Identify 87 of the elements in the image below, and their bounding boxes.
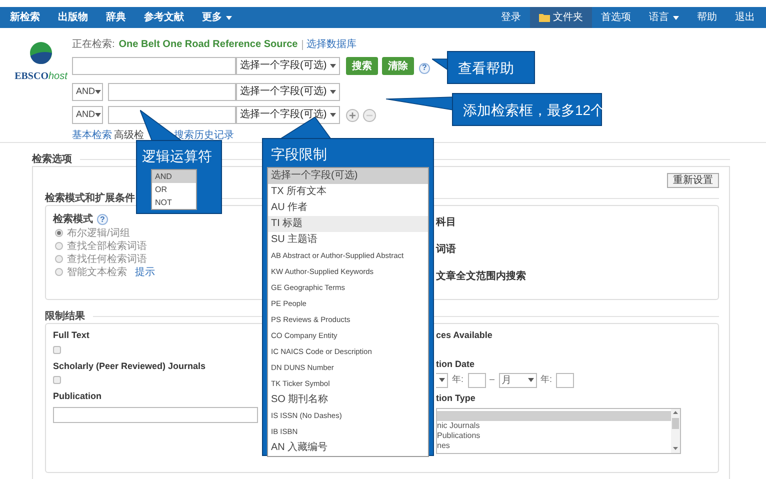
list-option[interactable]: Publications <box>437 430 671 440</box>
month-select[interactable] <box>436 372 448 388</box>
callout-title: 查看帮助 <box>458 58 515 78</box>
field-option[interactable]: 选择一个字段(可选) <box>268 168 428 184</box>
checkbox[interactable] <box>53 376 61 384</box>
month-select[interactable]: 月 <box>498 372 537 388</box>
menu-link[interactable]: 更多 <box>193 7 241 28</box>
field-select[interactable]: 选择一个字段(可选) <box>236 57 340 75</box>
publication-type-list[interactable]: nic Journals Publications nes <box>436 408 681 454</box>
checkbox[interactable] <box>53 346 61 354</box>
radio-label: 智能文本检索 <box>67 266 127 280</box>
field-select[interactable]: 选择一个字段(可选) <box>236 83 340 101</box>
logo-icon <box>29 41 53 65</box>
limit-label: tion Type <box>436 392 476 405</box>
operator-option[interactable]: AND <box>152 170 196 183</box>
section-title: 检索选项 <box>32 152 72 166</box>
operator-select[interactable]: AND <box>72 106 103 124</box>
search-field[interactable] <box>108 83 236 101</box>
caret-icon <box>226 16 232 20</box>
scrollbar-icon <box>671 408 680 452</box>
nav-link[interactable]: 首选项 <box>592 7 640 28</box>
caret-icon <box>528 378 534 382</box>
nav-link[interactable]: 退出 <box>726 7 764 28</box>
database-name: One Belt One Road Reference Source <box>118 38 298 52</box>
section-title: 检索模式和扩展条件 <box>45 191 135 206</box>
radio-label: 查找全部检索词语 <box>67 240 147 254</box>
year-label: 年: <box>540 373 552 386</box>
callout-title: 逻辑运算符 <box>141 147 213 166</box>
operator-select[interactable]: AND <box>72 83 103 101</box>
radio-button[interactable] <box>55 268 63 276</box>
reset-button[interactable]: 重新设置 <box>667 173 719 188</box>
remove-row-icon[interactable] <box>363 108 376 122</box>
caret-icon <box>330 90 336 94</box>
year-label: 年: <box>452 373 464 386</box>
caret-icon <box>95 90 102 94</box>
field-select[interactable]: 选择一个字段(可选) <box>236 106 340 124</box>
publication-field[interactable] <box>53 406 258 422</box>
radio-button[interactable] <box>55 255 63 263</box>
limit-label: tion Date <box>436 358 475 370</box>
section-title: 限制结果 <box>45 310 85 324</box>
search-field[interactable] <box>72 57 236 75</box>
range-dash: – <box>490 373 495 386</box>
nav-link[interactable]: 帮助 <box>688 7 726 28</box>
nav-link[interactable]: 出版物 <box>49 7 97 28</box>
list-option[interactable] <box>437 410 671 420</box>
limit-label: ces Available <box>436 329 492 342</box>
option-label: 科目 <box>436 216 457 228</box>
folder-link[interactable]: 文件夹 <box>530 7 592 28</box>
nav-link[interactable]: 新检索 <box>1 7 49 28</box>
nav-link[interactable]: 登录 <box>492 7 530 28</box>
choose-database-link[interactable]: 选择数据库 <box>306 37 357 52</box>
logo-text: EBSCOhost <box>14 70 68 84</box>
nav-link[interactable]: 参考文献 <box>135 7 193 28</box>
radio-label: 查找任何检索词语 <box>67 252 147 266</box>
caret-icon <box>673 16 679 20</box>
field-option[interactable]: TI 标题 <box>268 216 428 232</box>
folder-icon <box>539 13 550 22</box>
year-field[interactable] <box>468 372 486 388</box>
help-icon[interactable]: ? <box>419 62 430 74</box>
hint-link[interactable]: 提示 <box>135 264 155 280</box>
action-button[interactable]: 搜索 <box>346 57 378 75</box>
current-page-label[interactable]: 高级检 <box>114 128 144 143</box>
year-field[interactable] <box>556 372 574 388</box>
action-button[interactable]: 清除 <box>382 57 414 75</box>
caret-icon <box>439 378 445 382</box>
help-icon[interactable]: ? <box>97 214 108 225</box>
caret-icon <box>330 113 336 117</box>
searching-label: 正在检索: <box>72 38 115 52</box>
radio-button[interactable] <box>55 242 63 250</box>
radio-button[interactable] <box>55 229 63 237</box>
add-row-icon[interactable] <box>346 108 359 122</box>
limit-label: Publication <box>53 390 102 403</box>
caret-icon <box>95 113 102 117</box>
limit-label: Scholarly (Peer Reviewed) Journals <box>53 360 206 373</box>
limit-label: Full Text <box>53 329 90 342</box>
mode-label: 检索模式 <box>53 212 93 227</box>
list-option[interactable]: nes <box>437 440 671 450</box>
radio-label: 布尔逻辑/词组 <box>67 226 130 240</box>
option-label: 词语 <box>436 242 457 255</box>
nav-text-link[interactable]: 基本检索 <box>72 128 112 143</box>
nav-link[interactable]: 辞典 <box>97 7 135 28</box>
list-option[interactable]: nic Journals <box>437 420 671 430</box>
caret-icon <box>330 64 336 68</box>
option-label: 文章全文范围内搜索 <box>436 269 527 282</box>
callout-title: 字段限制 <box>270 145 328 164</box>
search-field[interactable] <box>108 106 236 124</box>
menu-link[interactable]: 语言 <box>640 7 688 28</box>
